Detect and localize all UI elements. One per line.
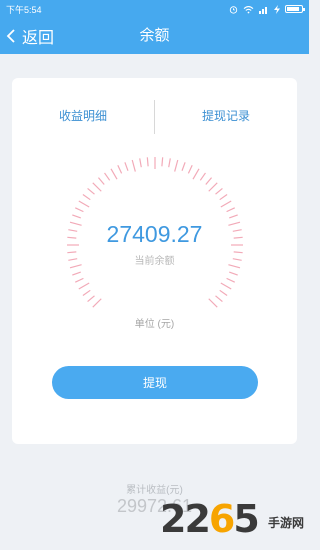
gauge-tick [82, 194, 91, 201]
watermark-logo: 2265 手游网 [160, 494, 306, 544]
gauge-tick [74, 277, 84, 283]
charging-icon [274, 4, 280, 14]
gauge-tick [226, 207, 236, 213]
gauge-tick [219, 289, 228, 296]
page-title: 余额 [139, 27, 170, 44]
gauge-tick [199, 172, 206, 181]
battery-level [287, 7, 299, 11]
gauge-tick [229, 214, 238, 219]
gauge-tick [124, 162, 129, 171]
status-bar: 下午5:54 [0, 0, 309, 18]
gauge-tick [220, 200, 232, 208]
gauge-tick [219, 194, 228, 201]
gauge-tick [139, 158, 142, 168]
gauge-tick [97, 177, 105, 185]
withdraw-button[interactable]: 提现 [52, 366, 258, 399]
gauge-tick [208, 298, 218, 308]
gauge-tick [78, 282, 90, 290]
unit-label: 单位 (元) [134, 319, 175, 330]
gauge-tick [117, 164, 123, 174]
battery-icon [285, 5, 305, 13]
gauge-tick [168, 158, 171, 168]
gauge-tick [74, 207, 84, 213]
gauge-tick [181, 162, 186, 171]
gauge-tick [226, 277, 236, 283]
gauge-tick [82, 289, 91, 296]
balance-card: 收益明细 提现记录 27409.27 当前余额 单位 (元) 提现 [12, 78, 297, 444]
gauge-tick [215, 295, 223, 303]
gauge-tick [220, 282, 232, 290]
gauge-tick [174, 159, 179, 172]
gauge-tick [87, 295, 95, 303]
gauge-tick [72, 214, 81, 219]
gauge-tick [78, 200, 90, 208]
gauge-tick [215, 187, 223, 195]
gauge-tick [72, 271, 81, 276]
balance-value: 27409.27 [106, 221, 203, 247]
gauge-tick [92, 298, 102, 308]
gauge-tick [161, 157, 164, 167]
gauge-tick [192, 168, 200, 180]
tab-income-detail[interactable]: 收益明细 [12, 100, 154, 130]
gauge-tick [104, 172, 111, 181]
balance-label: 当前余额 [134, 256, 175, 267]
watermark-site-text: 手游网 [267, 516, 304, 530]
watermark-logo-text: 2265 [160, 497, 260, 541]
gauge-tick [229, 271, 238, 276]
status-time: 下午5:54 [6, 4, 42, 15]
wifi-icon [243, 5, 254, 13]
signal-icon [259, 6, 267, 14]
gauge-tick [187, 164, 193, 174]
gauge-tick [92, 182, 102, 192]
gauge-tick [131, 159, 136, 172]
gauge-tick [87, 187, 95, 195]
status-icons [229, 4, 305, 14]
gauge-tick [146, 157, 149, 167]
nav-bar: 返回 余额 [0, 18, 309, 54]
gauge-tick [208, 182, 218, 192]
gauge-tick [205, 177, 213, 185]
gauge-tick [110, 168, 118, 180]
alarm-icon [229, 5, 238, 14]
tab-withdraw-record[interactable]: 提现记录 [155, 100, 297, 130]
